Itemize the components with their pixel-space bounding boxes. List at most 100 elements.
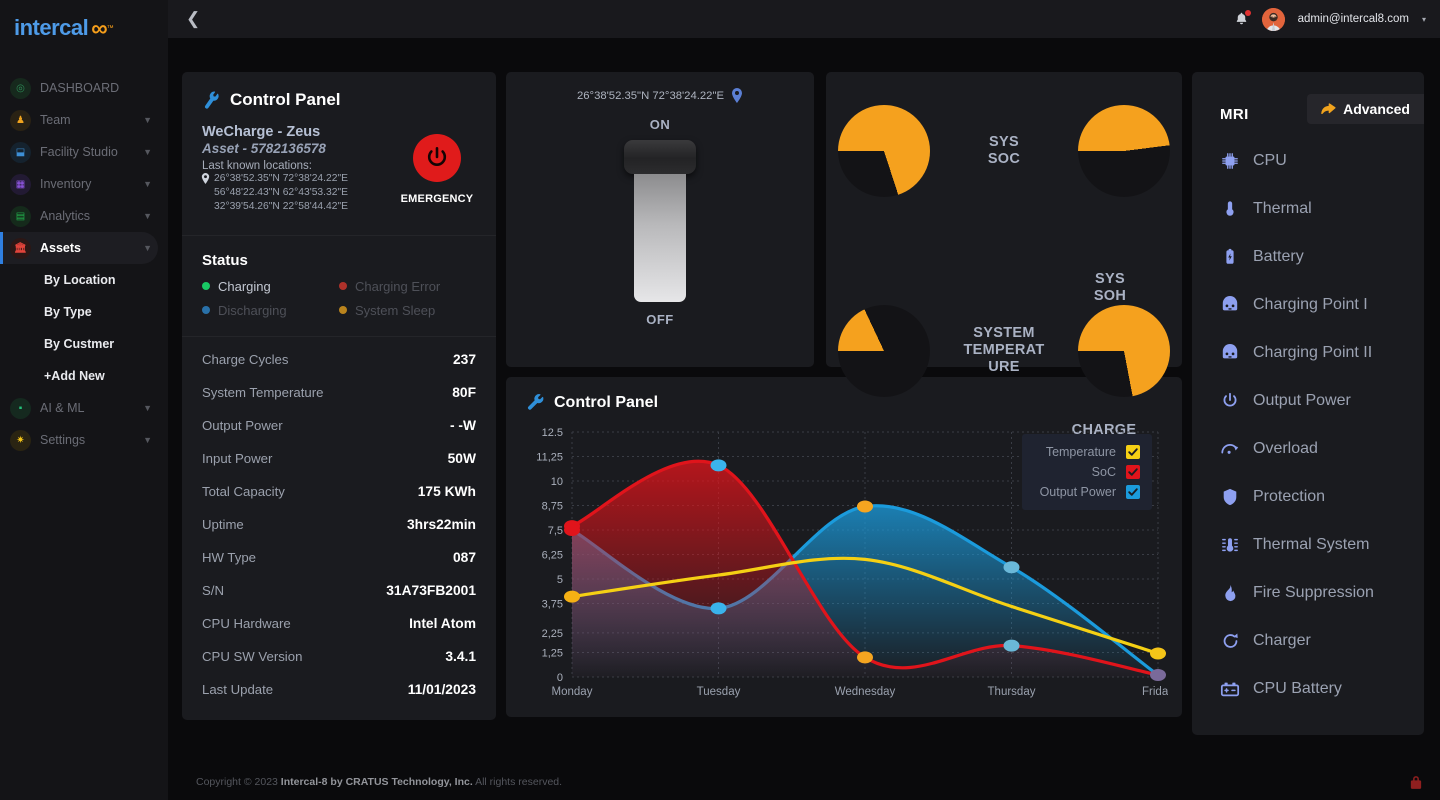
avatar[interactable] (1261, 7, 1285, 31)
mri-item-fire-suppression[interactable]: Fire Suppression (1192, 569, 1424, 617)
mri-item-battery[interactable]: Battery (1192, 233, 1424, 281)
chevron-down-icon[interactable]: ▼ (143, 115, 152, 125)
bank-icon: 🏛 (10, 237, 31, 259)
flame-icon (1220, 584, 1240, 602)
status-label: Charging Error (355, 278, 441, 294)
mri-item-label: CPU Battery (1253, 680, 1342, 697)
mri-card: MRI Advanced CPU Thermal Battery Charging P… (1192, 72, 1424, 735)
switch-cap (624, 140, 696, 174)
gauge-label-sys-soc: SYS SOC (930, 134, 1078, 167)
share-arrow-icon (1321, 102, 1336, 116)
gauge-label-line: SOH (1093, 287, 1127, 304)
mri-item-charging-point-i[interactable]: Charging Point I (1192, 281, 1424, 329)
svg-text:0: 0 (557, 672, 563, 684)
advanced-label: Advanced (1343, 101, 1410, 117)
sidebar-item-label: Assets (40, 241, 81, 255)
legend-checkbox[interactable] (1126, 445, 1140, 459)
mri-item-label: Charger (1253, 632, 1311, 649)
sidebar-subitem-by-custmer[interactable]: By Custmer (0, 328, 168, 360)
battery-bolt-icon (1220, 248, 1240, 266)
chevron-left-icon[interactable]: ❮ (186, 9, 200, 29)
trademark-icon: ™ (106, 24, 114, 32)
chip-icon (1220, 152, 1240, 170)
mri-item-thermal-system[interactable]: Thermal System (1192, 521, 1424, 569)
sidebar-item-label: DASHBOARD (40, 81, 120, 95)
chevron-down-icon[interactable]: ▼ (143, 179, 152, 189)
sidebar-item-label: Settings (40, 433, 86, 447)
chart-card: Control Panel 0 1,25 2,25 3,75 5 6,25 7,5 8,75 1… (506, 377, 1182, 717)
power-switch[interactable] (624, 140, 696, 302)
svg-text:11,25: 11,25 (536, 452, 563, 464)
sidebar: intercal ∞ ™ ◎ DASHBOARD ♟ Team ▼ ⬓ Facility S… (0, 0, 168, 800)
map-pin-icon[interactable] (731, 88, 743, 103)
gauge-label-sys-soh: SYS SOH (1050, 271, 1170, 304)
chart-legend: Temperature SoC Output Power (1021, 434, 1152, 510)
mri-item-overload[interactable]: Overload (1192, 425, 1424, 473)
stat-key: Last Update (202, 681, 274, 697)
gauge-label-line: SYS (1095, 270, 1125, 287)
chart-plot: 0 1,25 2,25 3,75 5 6,25 7,5 8,75 10 11,25 12.5 Mond… (520, 422, 1168, 707)
chevron-down-icon[interactable]: ▼ (143, 403, 152, 413)
sidebar-item-ai-ml[interactable]: ▪ AI & ML ▼ (0, 392, 158, 424)
sidebar-subitem-by-type[interactable]: By Type (0, 296, 168, 328)
bell-icon[interactable] (1234, 10, 1251, 27)
sidebar-item-dashboard[interactable]: ◎ DASHBOARD (0, 72, 158, 104)
legend-item[interactable]: Temperature (1040, 442, 1140, 462)
stat-key: Input Power (202, 450, 273, 466)
stat-key: Output Power (202, 417, 283, 433)
gauge-icon: ◎ (10, 77, 31, 99)
location-2: 32°39'54.26"N 22°58'44.42"E (214, 201, 348, 213)
sidebar-subitem-by-location[interactable]: By Location (0, 264, 168, 296)
thermometer-icon (1220, 200, 1240, 218)
mri-item-charger[interactable]: Charger (1192, 617, 1424, 665)
sidebar-item-analytics[interactable]: ▤ Analytics ▼ (0, 200, 158, 232)
status-label: Charging (218, 278, 271, 294)
lock-icon[interactable] (1410, 775, 1422, 789)
gauge-sys-soc (838, 104, 930, 197)
advanced-button[interactable]: Advanced (1307, 94, 1424, 124)
legend-label: Output Power (1039, 485, 1116, 499)
svg-text:Monday: Monday (552, 686, 593, 698)
gauge-label-line: TEMPERAT (963, 342, 1045, 359)
stat-row: Total Capacity 175 KWh (202, 475, 476, 508)
svg-text:Thursday: Thursday (988, 686, 1036, 698)
mri-item-charging-point-ii[interactable]: Charging Point II (1192, 329, 1424, 377)
mri-title: MRI (1220, 106, 1249, 123)
sidebar-item-facility-studio[interactable]: ⬓ Facility Studio ▼ (0, 136, 158, 168)
building-icon: ⬓ (10, 141, 31, 163)
control-panel-body: WeCharge - Zeus Asset - 5782136578 Last … (182, 124, 496, 235)
wrench-icon (526, 393, 545, 412)
power-icon (1220, 392, 1240, 410)
sidebar-item-settings[interactable]: ✷ Settings ▼ (0, 424, 158, 456)
stat-key: HW Type (202, 549, 256, 565)
legend-checkbox[interactable] (1126, 485, 1140, 499)
sidebar-subitem-add-new[interactable]: +Add New (0, 360, 168, 392)
control-panel-header: Control Panel (182, 72, 496, 124)
emergency-power-button[interactable] (413, 133, 461, 182)
location-1: 56°48'22.43"N 62°43'53.32"E (214, 187, 348, 199)
chevron-down-icon[interactable]: ▼ (143, 243, 152, 253)
svg-text:8,75: 8,75 (542, 501, 563, 513)
legend-checkbox[interactable] (1126, 465, 1140, 479)
mri-item-cpu-battery[interactable]: CPU Battery (1192, 665, 1424, 713)
mri-item-cpu[interactable]: CPU (1192, 137, 1424, 185)
copyright-text: Copyright © 2023 Intercal-8 by CRATUS Te… (196, 776, 562, 788)
legend-item[interactable]: Output Power (1040, 482, 1140, 502)
sidebar-item-team[interactable]: ♟ Team ▼ (0, 104, 158, 136)
chevron-down-icon[interactable]: ▼ (143, 147, 152, 157)
mri-item-output-power[interactable]: Output Power (1192, 377, 1424, 425)
chevron-down-icon[interactable]: ▼ (143, 211, 152, 221)
gauge-label-line: SYSTEM (973, 325, 1035, 342)
status-label: System Sleep (355, 302, 436, 318)
sidebar-item-assets[interactable]: 🏛 Assets ▼ (0, 232, 158, 264)
chevron-down-icon[interactable]: ▾ (1422, 15, 1426, 24)
svg-text:Wednesday: Wednesday (835, 686, 896, 698)
brand-logo[interactable]: intercal ∞ ™ (0, 0, 168, 56)
chevron-down-icon[interactable]: ▼ (143, 435, 152, 445)
mri-item-thermal[interactable]: Thermal (1192, 185, 1424, 233)
legend-item[interactable]: SoC (1040, 462, 1140, 482)
location-list: 26°38'52.35"N 72°38'24.22"E 56°48'22.43"… (201, 172, 390, 215)
battery-icon: ▤ (10, 205, 31, 227)
sidebar-item-inventory[interactable]: ▦ Inventory ▼ (0, 168, 158, 200)
mri-item-protection[interactable]: Protection (1192, 473, 1424, 521)
